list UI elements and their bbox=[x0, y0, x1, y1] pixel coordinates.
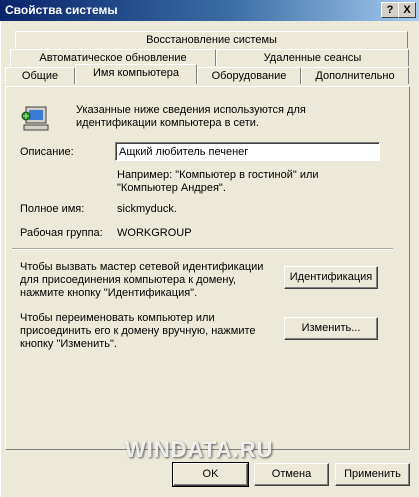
title-bar: Свойства системы ? X bbox=[0, 0, 419, 21]
cancel-button[interactable]: Отмена bbox=[254, 463, 329, 486]
computer-network-icon bbox=[21, 106, 49, 131]
watermark: WINDATA.RU bbox=[125, 437, 274, 462]
description-input[interactable]: Ащкий любитель печенег bbox=[115, 142, 380, 161]
tab-hardware[interactable]: Оборудование bbox=[197, 67, 301, 84]
tab-advanced[interactable]: Дополнительно bbox=[301, 67, 409, 84]
wizard-text-line2: для присоединения компьютера к домену, bbox=[20, 274, 236, 286]
wizard-text-line3: нажмите кнопку "Идентификация". bbox=[20, 287, 198, 299]
separator bbox=[12, 248, 393, 250]
workgroup-value: WORKGROUP bbox=[117, 227, 192, 239]
help-button[interactable]: ? bbox=[381, 2, 399, 18]
example-text-line2: "Компьютер Андрея". bbox=[117, 182, 226, 194]
change-button[interactable]: Изменить... bbox=[284, 317, 378, 340]
tab-remote[interactable]: Удаленные сеансы bbox=[216, 49, 409, 66]
fullname-value: sickmyduck. bbox=[117, 203, 177, 215]
rename-text-line1: Чтобы переименовать компьютер или bbox=[20, 312, 215, 324]
tab-system-restore[interactable]: Восстановление системы bbox=[15, 31, 408, 48]
intro-text-line1: Указанные ниже сведения используются для bbox=[76, 104, 306, 116]
apply-button[interactable]: Применить bbox=[335, 463, 410, 486]
window-title: Свойства системы bbox=[5, 3, 118, 17]
fullname-label: Полное имя: bbox=[20, 203, 85, 215]
intro-text-line2: идентификации компьютера в сети. bbox=[76, 117, 259, 129]
identification-button[interactable]: Идентификация bbox=[284, 266, 378, 289]
workgroup-label: Рабочая группа: bbox=[20, 227, 103, 239]
rename-text-line3: кнопку "Изменить". bbox=[20, 338, 117, 350]
wizard-text-line1: Чтобы вызвать мастер сетевой идентификац… bbox=[20, 261, 264, 273]
example-text-line1: Например: "Компьютер в гостиной" или bbox=[117, 169, 319, 181]
ok-button[interactable]: OK bbox=[172, 462, 249, 487]
close-button[interactable]: X bbox=[398, 2, 416, 18]
description-label: Описание: bbox=[20, 146, 74, 158]
rename-text-line2: присоединить его к домену вручную, нажми… bbox=[20, 325, 256, 337]
tab-computer-name[interactable]: Имя компьютера bbox=[75, 64, 197, 84]
tab-general[interactable]: Общие bbox=[5, 67, 75, 84]
